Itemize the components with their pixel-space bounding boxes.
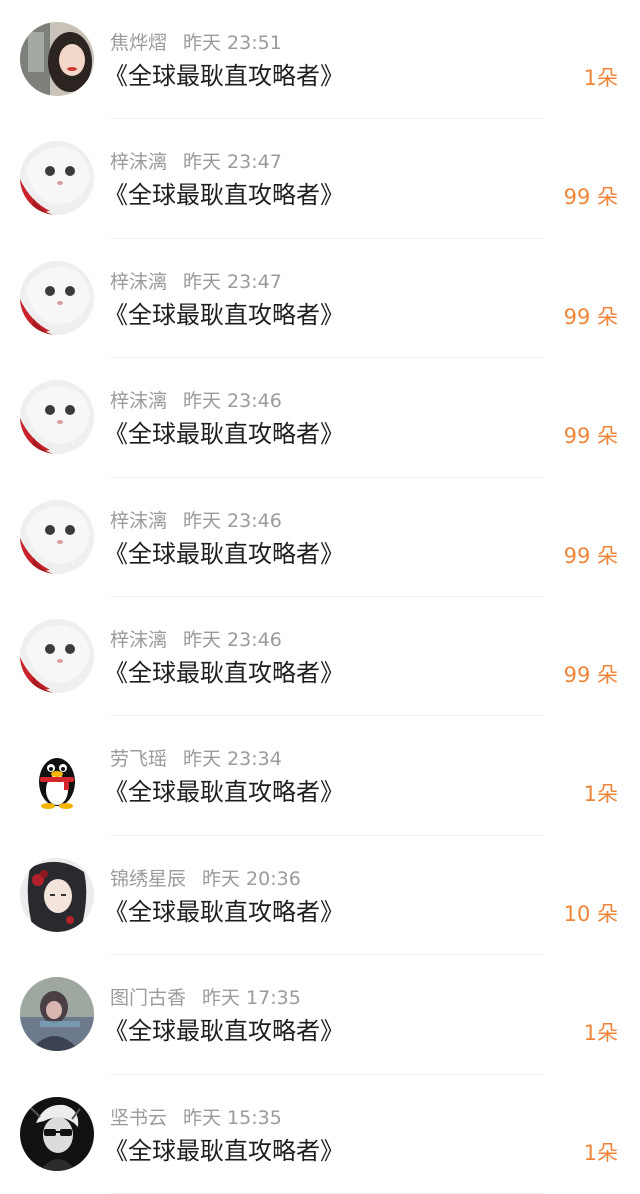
gift-meta: 梓沫漓 昨天 23:46 [110, 627, 282, 653]
timestamp: 昨天 17:35 [202, 987, 301, 1010]
book-title[interactable]: 《全球最耿直攻略者》 [104, 776, 344, 808]
gift-meta: 梓沫漓 昨天 23:46 [110, 388, 282, 414]
gift-amount: 1朵 [583, 1021, 618, 1046]
list-item[interactable]: 图门古香 昨天 17:35 《全球最耿直攻略者》 1朵 [0, 955, 640, 1075]
book-title[interactable]: 《全球最耿直攻略者》 [104, 60, 344, 92]
gift-amount: 1朵 [583, 782, 618, 807]
gift-amount: 1朵 [583, 66, 618, 90]
anime-girl-avatar-icon[interactable] [20, 857, 94, 932]
blurred-photo-avatar-icon[interactable] [20, 977, 94, 1052]
girl-photo-avatar-icon[interactable] [20, 22, 94, 96]
book-title[interactable]: 《全球最耿直攻略者》 [104, 418, 344, 450]
list-item[interactable]: 锦绣星辰 昨天 20:36 《全球最耿直攻略者》 10 朵 [0, 836, 640, 956]
gift-meta: 坚书云 昨天 15:35 [110, 1105, 282, 1131]
gift-amount: 99 朵 [563, 424, 618, 449]
white-cat-avatar-icon[interactable] [20, 618, 94, 693]
book-title[interactable]: 《全球最耿直攻略者》 [104, 896, 344, 928]
timestamp: 昨天 15:35 [183, 1106, 282, 1129]
gift-meta: 梓沫漓 昨天 23:47 [110, 149, 282, 175]
book-title[interactable]: 《全球最耿直攻略者》 [104, 299, 344, 331]
gift-meta: 锦绣星辰 昨天 20:36 [110, 866, 301, 892]
gift-meta: 梓沫漓 昨天 23:46 [110, 508, 282, 534]
timestamp: 昨天 23:46 [183, 628, 282, 651]
white-cat-avatar-icon[interactable] [20, 141, 94, 216]
username[interactable]: 劳飞瑶 [110, 748, 167, 770]
qq-penguin-avatar-icon[interactable] [20, 738, 94, 813]
username[interactable]: 锦绣星辰 [110, 868, 186, 890]
gift-amount: 1朵 [583, 1140, 618, 1165]
gift-list: 焦烨熠 昨天 23:51 《全球最耿直攻略者》 1朵 梓沫漓 昨天 23:47 《全… [0, 0, 640, 1194]
username[interactable]: 梓沫漓 [110, 390, 167, 412]
timestamp: 昨天 23:47 [183, 270, 282, 293]
timestamp: 昨天 20:36 [202, 867, 301, 890]
timestamp: 昨天 23:34 [183, 748, 282, 771]
book-title[interactable]: 《全球最耿直攻略者》 [104, 657, 344, 689]
gift-meta: 焦烨熠 昨天 23:51 [110, 30, 282, 56]
gift-meta: 梓沫漓 昨天 23:47 [110, 269, 282, 295]
book-title[interactable]: 《全球最耿直攻略者》 [104, 1015, 344, 1047]
username[interactable]: 梓沫漓 [110, 629, 167, 651]
white-cat-avatar-icon[interactable] [20, 380, 94, 455]
list-item[interactable]: 梓沫漓 昨天 23:47 《全球最耿直攻略者》 99 朵 [0, 119, 640, 240]
list-item[interactable]: 坚书云 昨天 15:35 《全球最耿直攻略者》 1朵 [0, 1075, 640, 1194]
book-title[interactable]: 《全球最耿直攻略者》 [104, 538, 344, 570]
list-item[interactable]: 焦烨熠 昨天 23:51 《全球最耿直攻略者》 1朵 [0, 0, 640, 120]
username[interactable]: 图门古香 [110, 987, 186, 1009]
gift-meta: 图门古香 昨天 17:35 [110, 985, 301, 1011]
book-title[interactable]: 《全球最耿直攻略者》 [104, 1135, 344, 1167]
gift-amount: 10 朵 [563, 901, 618, 926]
gift-amount: 99 朵 [563, 543, 618, 568]
list-item[interactable]: 梓沫漓 昨天 23:47 《全球最耿直攻略者》 99 朵 [0, 239, 640, 359]
timestamp: 昨天 23:47 [183, 151, 282, 174]
timestamp: 昨天 23:46 [183, 390, 282, 413]
gift-amount: 99 朵 [563, 662, 618, 687]
list-item[interactable]: 梓沫漓 昨天 23:46 《全球最耿直攻略者》 99 朵 [0, 597, 640, 717]
list-item[interactable]: 梓沫漓 昨天 23:46 《全球最耿直攻略者》 99 朵 [0, 478, 640, 598]
gift-amount: 99 朵 [563, 185, 618, 210]
username[interactable]: 梓沫漓 [110, 271, 167, 293]
book-title[interactable]: 《全球最耿直攻略者》 [104, 179, 344, 211]
white-cat-avatar-icon[interactable] [20, 499, 94, 574]
gift-amount: 99 朵 [563, 304, 618, 329]
username[interactable]: 梓沫漓 [110, 151, 167, 173]
sunglasses-man-avatar-icon[interactable] [20, 1096, 94, 1171]
white-cat-avatar-icon[interactable] [20, 260, 94, 335]
username[interactable]: 焦烨熠 [110, 32, 167, 54]
username[interactable]: 梓沫漓 [110, 510, 167, 532]
list-item[interactable]: 劳飞瑶 昨天 23:34 《全球最耿直攻略者》 1朵 [0, 716, 640, 837]
list-item[interactable]: 梓沫漓 昨天 23:46 《全球最耿直攻略者》 99 朵 [0, 358, 640, 478]
timestamp: 昨天 23:46 [183, 509, 282, 532]
gift-meta: 劳飞瑶 昨天 23:34 [110, 746, 282, 772]
timestamp: 昨天 23:51 [183, 32, 282, 54]
username[interactable]: 坚书云 [110, 1107, 167, 1129]
